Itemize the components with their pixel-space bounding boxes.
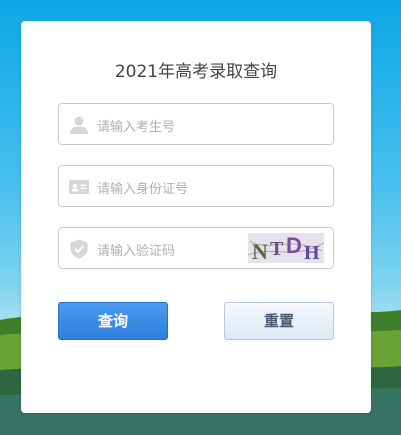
reset-button[interactable]: 重置	[224, 302, 334, 340]
id-number-placeholder: 请输入身份证号	[97, 182, 189, 197]
page-title: 2021年高考录取查询	[114, 62, 278, 82]
query-card: 2021年高考录取查询 请输入考生号 请输入身份证号 请输入验证码 N T D …	[21, 21, 371, 413]
id-number-input[interactable]: 请输入身份证号	[58, 165, 334, 207]
query-button[interactable]: 查询	[58, 302, 168, 340]
captcha-input[interactable]: 请输入验证码 N T D H	[58, 227, 334, 269]
svg-text:D: D	[286, 233, 302, 258]
svg-text:T: T	[270, 238, 284, 260]
candidate-number-input[interactable]: 请输入考生号	[58, 103, 334, 145]
shield-icon	[70, 239, 88, 259]
candidate-number-placeholder: 请输入考生号	[97, 120, 176, 135]
id-card-icon	[69, 180, 89, 194]
captcha-image[interactable]: N T D H	[248, 233, 324, 263]
user-icon	[70, 116, 88, 134]
captcha-placeholder: 请输入验证码	[97, 244, 176, 259]
svg-text:H: H	[304, 242, 320, 263]
svg-text:N: N	[252, 239, 268, 263]
